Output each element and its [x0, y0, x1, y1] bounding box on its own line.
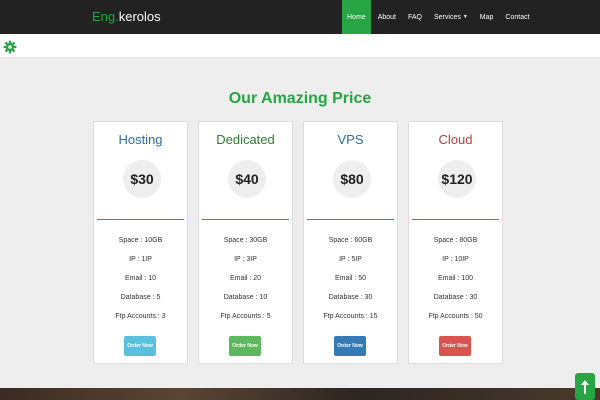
- plan-price: $30: [123, 160, 161, 198]
- feature-database: Database : 30: [328, 294, 373, 301]
- plan-name: Dedicated: [216, 132, 275, 147]
- feature-ip: IP : 5IP: [339, 256, 362, 263]
- feature-database: Database : 5: [120, 294, 161, 301]
- order-now-button[interactable]: Order Now: [229, 336, 261, 356]
- nav-item-contact[interactable]: Contact: [500, 0, 534, 34]
- feature-list: Space : 60GB IP : 5IP Email : 50 Databas…: [304, 236, 397, 331]
- order-now-button[interactable]: Order Now: [124, 336, 156, 356]
- caret-down-icon: ▼: [462, 14, 468, 20]
- nav-label: Home: [347, 13, 366, 21]
- feature-list: Space : 30GB IP : 3IP Email : 20 Databas…: [199, 236, 292, 331]
- plan-price: $120: [438, 160, 476, 198]
- brand-logo[interactable]: Eng.kerolos: [92, 9, 161, 24]
- feature-space: Space : 60GB: [328, 237, 373, 244]
- settings-panel: [0, 34, 600, 58]
- feature-space: Space : 80GB: [433, 237, 478, 244]
- pricing-card-vps: VPS $80 Space : 60GB IP : 5IP Email : 50…: [303, 121, 398, 364]
- feature-ftp-accounts: Ftp Accounts : 50: [428, 313, 483, 320]
- feature-ftp-accounts: Ftp Accounts : 3: [115, 313, 166, 320]
- nav-label: FAQ: [407, 13, 422, 21]
- feature-space: Space : 30GB: [223, 237, 268, 244]
- feature-list: Space : 10GB IP : 1IP Email : 10 Databas…: [94, 236, 187, 331]
- pricing-card-dedicated: Dedicated $40 Space : 30GB IP : 3IP Emai…: [198, 121, 293, 364]
- plan-name: VPS: [337, 132, 364, 147]
- feature-ftp-accounts: Ftp Accounts : 15: [323, 313, 378, 320]
- nav-label: Map: [479, 13, 494, 21]
- feature-database: Database : 30: [433, 294, 478, 301]
- scroll-top-button[interactable]: [575, 373, 595, 400]
- next-section-image: [0, 388, 600, 400]
- nav-label: Services: [434, 13, 461, 21]
- order-now-button[interactable]: Order Now: [334, 336, 366, 356]
- divider: [202, 219, 289, 220]
- divider: [97, 219, 184, 220]
- feature-database: Database : 10: [223, 294, 268, 301]
- feature-ip: IP : 1IP: [129, 256, 152, 263]
- feature-list: Space : 80GB IP : 10IP Email : 100 Datab…: [409, 236, 502, 331]
- nav-item-faq[interactable]: FAQ: [403, 0, 427, 34]
- nav-item-about[interactable]: About: [373, 0, 401, 34]
- feature-email: Email : 50: [334, 275, 367, 282]
- feature-email: Email : 10: [124, 275, 157, 282]
- plan-name: Cloud: [438, 132, 473, 147]
- pricing-card-hosting: Hosting $30 Space : 10GB IP : 1IP Email …: [93, 121, 188, 364]
- nav-item-home[interactable]: Home: [342, 0, 371, 34]
- nav-item-map[interactable]: Map: [475, 0, 499, 34]
- feature-ip: IP : 10IP: [442, 256, 469, 263]
- section-title: Our Amazing Price: [228, 90, 372, 107]
- feature-ip: IP : 3IP: [234, 256, 257, 263]
- nav-label: About: [377, 13, 396, 21]
- plan-price: $80: [333, 160, 371, 198]
- nav-label: Contact: [505, 13, 530, 21]
- plan-price: $40: [228, 160, 266, 198]
- gear-icon[interactable]: [0, 36, 20, 58]
- feature-email: Email : 100: [437, 275, 474, 282]
- feature-ftp-accounts: Ftp Accounts : 5: [220, 313, 271, 320]
- navbar: Eng.kerolos Home About FAQ Services ▼ Map…: [0, 0, 600, 34]
- feature-email: Email : 20: [229, 275, 262, 282]
- brand-name: kerolos: [118, 9, 161, 24]
- arrow-up-icon: [581, 379, 589, 394]
- brand-prefix: Eng.: [92, 9, 119, 24]
- order-now-button[interactable]: Order Now: [439, 336, 471, 356]
- divider: [412, 219, 499, 220]
- nav-item-services[interactable]: Services ▼: [429, 0, 473, 34]
- main-nav: Home About FAQ Services ▼ Map Contact: [342, 0, 537, 34]
- pricing-card-cloud: Cloud $120 Space : 80GB IP : 10IP Email …: [408, 121, 503, 364]
- feature-space: Space : 10GB: [118, 237, 163, 244]
- divider: [307, 219, 394, 220]
- plan-name: Hosting: [118, 132, 163, 147]
